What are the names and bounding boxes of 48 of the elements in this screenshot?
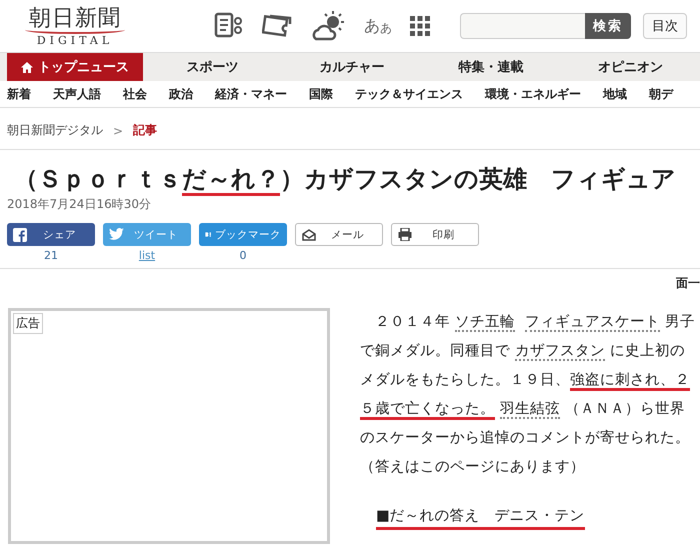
nav-tab[interactable]: スポーツ bbox=[143, 53, 282, 81]
facebook-icon bbox=[13, 228, 27, 242]
publish-date: 2018年7月24日16時30分 bbox=[7, 196, 152, 213]
index-button[interactable]: 目次 bbox=[643, 13, 687, 39]
nav-link[interactable]: 地域 bbox=[603, 86, 627, 102]
breadcrumb-link[interactable]: 朝日新聞デジタル bbox=[7, 122, 103, 139]
nav-link[interactable]: 新着 bbox=[7, 86, 31, 102]
share-button[interactable]: シェア bbox=[7, 223, 95, 246]
logo[interactable]: 朝日新聞 DIGITAL bbox=[16, 6, 134, 46]
weather-icon[interactable] bbox=[312, 11, 346, 41]
nav-link[interactable]: 国際 bbox=[309, 86, 333, 102]
keyword-link[interactable]: 羽生結弦 bbox=[500, 401, 560, 419]
search-button[interactable]: 検索 bbox=[585, 13, 631, 39]
share-button[interactable]: 印刷 bbox=[391, 223, 479, 246]
share-button[interactable]: メール bbox=[295, 223, 383, 246]
home-icon bbox=[21, 62, 33, 72]
ad-label: 広告 bbox=[13, 313, 43, 334]
article-paragraph: ２０１４年 ソチ五輪 フィギュアスケート 男子で銅メダル。同種目で カザフスタン に史上初のメダルをもたらした。１９日、強盗に刺され、２５歳で亡くなった。 羽生結弦 （ＡＮＡ）ら世界のスケーターから追悼のコメントが寄せられた。 bbox=[360, 313, 695, 448]
nav-link[interactable]: 天声人語 bbox=[53, 86, 101, 102]
mail-icon bbox=[302, 228, 316, 240]
answer-hint: （答えはこのページにあります） bbox=[360, 458, 586, 477]
nav-link[interactable]: 環境・エネルギー bbox=[485, 86, 581, 102]
page-link[interactable]: 面一 bbox=[676, 275, 700, 308]
breadcrumb-separator: > bbox=[113, 124, 124, 138]
nav-tab[interactable]: オピニオン bbox=[560, 53, 700, 81]
bird-icon bbox=[109, 228, 124, 241]
nav-tab[interactable]: 特集・連載 bbox=[422, 53, 561, 81]
keyword-link[interactable]: ソチ五輪 bbox=[455, 314, 515, 332]
keyword-link[interactable]: フィギュアスケート bbox=[525, 314, 660, 332]
nav-tab[interactable]: カルチャー bbox=[282, 53, 422, 81]
nav-link[interactable]: テック＆サイエンス bbox=[355, 86, 463, 102]
clip-icon[interactable] bbox=[214, 12, 244, 40]
nav-tab[interactable]: トップニュース bbox=[7, 53, 143, 81]
answer-line: ■だ～れの答え デニス・テン bbox=[376, 506, 585, 530]
grid-icon[interactable] bbox=[410, 16, 430, 36]
nav-link[interactable]: 社会 bbox=[123, 86, 147, 102]
share-count: 21 bbox=[44, 249, 58, 262]
breadcrumb-link[interactable]: 記事 bbox=[133, 122, 158, 139]
nav-link[interactable]: 経済・マネー bbox=[215, 86, 287, 102]
count-link[interactable]: list bbox=[138, 249, 156, 262]
font-size-button[interactable]: ああ bbox=[364, 16, 392, 36]
printer-icon bbox=[398, 228, 412, 241]
article-title: （Ｓｐｏｒｔｓ だ～れ？）カザフスタンの英雄 フィギュア bbox=[14, 162, 700, 196]
nav-link[interactable]: 朝デ bbox=[649, 86, 673, 102]
keyword-link[interactable]: カザフスタン bbox=[515, 343, 605, 361]
share-count: 0 bbox=[240, 249, 246, 262]
search-field[interactable] bbox=[460, 13, 585, 39]
nav-link[interactable]: 政治 bbox=[169, 86, 193, 102]
